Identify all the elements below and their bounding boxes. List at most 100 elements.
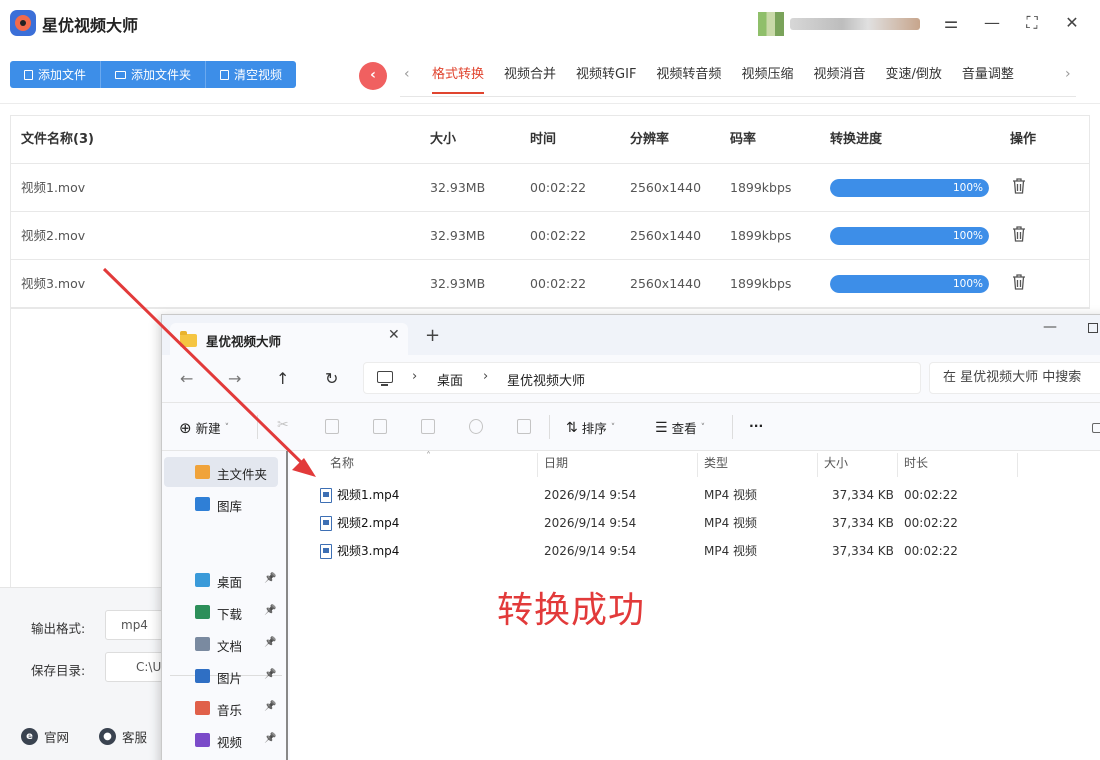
file-row[interactable]: 视频3.mp4 2026/9/14 9:54 MP4 视频 37,334 KB 00:0… xyxy=(300,537,1060,565)
pin-icon[interactable]: 📌 xyxy=(264,733,276,744)
tab-scroll-left-icon[interactable]: ‹ xyxy=(404,66,410,82)
share-icon[interactable] xyxy=(469,419,483,434)
progress-bar: 100% xyxy=(830,179,989,197)
delete-icon[interactable] xyxy=(1012,226,1026,242)
table-row[interactable]: 视频2.mov 32.93MB 00:02:22 2560x1440 1899kbps 1… xyxy=(11,212,1089,260)
sidebar-item[interactable]: 图片 📌 xyxy=(164,661,278,691)
sidebar-item[interactable]: 图库 xyxy=(164,489,278,519)
service-link[interactable]: ● 客服 xyxy=(99,727,147,746)
column-size[interactable]: 大小 xyxy=(824,451,848,477)
divider xyxy=(0,103,1100,104)
view-button[interactable]: ☰ 查看 ˅ xyxy=(655,418,705,437)
bitrate: 1899kbps xyxy=(730,228,792,243)
explorer-command-bar: ⊕ 新建 ˅ ✂ ⇅ 排序 ˅ ☰ 查看 ˅ ··· xyxy=(162,403,1100,451)
tab-1[interactable]: 视频合并 xyxy=(504,58,556,94)
select-checkbox-icon[interactable] xyxy=(1092,423,1100,433)
new-button[interactable]: ⊕ 新建 ˅ xyxy=(179,418,229,437)
tab-5[interactable]: 视频消音 xyxy=(813,58,865,94)
save-dir-value: C:\U xyxy=(136,660,162,674)
pin-icon[interactable]: 📌 xyxy=(264,573,276,584)
tab-2[interactable]: 视频转GIF xyxy=(576,58,636,94)
sidebar-scrollbar[interactable] xyxy=(286,451,288,760)
rename-icon[interactable] xyxy=(421,419,435,434)
add-folder-button[interactable]: 添加文件夹 xyxy=(101,61,207,88)
new-tab-button[interactable]: + xyxy=(425,325,440,346)
delete-icon[interactable] xyxy=(517,419,531,434)
explorer-maximize-button[interactable] xyxy=(1088,323,1098,333)
sidebar-item-label: 音乐 xyxy=(217,703,243,718)
sidebar-item[interactable]: 文档 📌 xyxy=(164,629,278,659)
file-type: MP4 视频 xyxy=(704,488,758,502)
website-link[interactable]: e 官网 xyxy=(21,727,69,746)
duration: 00:02:22 xyxy=(530,180,587,195)
up-arrow-icon[interactable]: ↑ xyxy=(276,369,289,388)
tab-4[interactable]: 视频压缩 xyxy=(741,58,793,94)
file-name: 视频3.mp4 xyxy=(337,544,400,558)
sort-up-icon: ˄ xyxy=(426,451,431,462)
copy-icon[interactable] xyxy=(325,419,339,434)
column-type[interactable]: 类型 xyxy=(704,451,728,477)
breadcrumb-folder[interactable]: 星优视频大师 xyxy=(507,370,585,389)
output-format-label: 输出格式: xyxy=(31,621,86,636)
explorer-minimize-button[interactable]: — xyxy=(1043,319,1057,335)
tab-7[interactable]: 音量调整 xyxy=(962,58,1014,94)
address-bar[interactable]: › 桌面 › 星优视频大师 xyxy=(363,362,921,394)
tab-scroll-right-icon[interactable]: › xyxy=(1065,66,1071,82)
sidebar-item[interactable]: 下载 📌 xyxy=(164,597,278,627)
file-name: 视频2.mov xyxy=(21,228,86,243)
tab-6[interactable]: 变速/倒放 xyxy=(885,58,941,94)
refresh-icon[interactable]: ↻ xyxy=(325,369,338,388)
sidebar-item[interactable]: 视频 📌 xyxy=(164,725,278,755)
close-button[interactable]: ✕ xyxy=(1061,12,1083,34)
sidebar-item-label: 桌面 xyxy=(217,575,243,590)
pin-icon[interactable]: 📌 xyxy=(264,669,276,680)
file-row[interactable]: 视频1.mp4 2026/9/14 9:54 MP4 视频 37,334 KB 00:0… xyxy=(300,481,1060,509)
sort-button[interactable]: ⇅ 排序 ˅ xyxy=(566,418,615,437)
user-account[interactable] xyxy=(758,12,920,36)
file-size: 37,334 KB xyxy=(832,488,894,502)
pin-icon[interactable]: 📌 xyxy=(264,605,276,616)
sidebar-item-icon xyxy=(195,573,210,587)
delete-icon[interactable] xyxy=(1012,274,1026,290)
file-row[interactable]: 视频2.mp4 2026/9/14 9:54 MP4 视频 37,334 KB 00:0… xyxy=(300,509,1060,537)
back-button[interactable]: ‹ xyxy=(359,62,387,90)
table-row[interactable]: 视频1.mov 32.93MB 00:02:22 2560x1440 1899kbps 1… xyxy=(11,164,1089,212)
sidebar-item-icon xyxy=(195,605,210,619)
table-row[interactable]: 视频3.mov 32.93MB 00:02:22 2560x1440 1899kbps 1… xyxy=(11,260,1089,308)
sidebar-item[interactable]: 音乐 📌 xyxy=(164,693,278,723)
settings-icon[interactable]: ⚌ xyxy=(940,12,962,34)
file-size: 32.93MB xyxy=(430,276,486,291)
breadcrumb-separator-icon: › xyxy=(483,369,489,384)
pin-icon[interactable]: 📌 xyxy=(264,637,276,648)
column-name[interactable]: 名称 xyxy=(330,451,354,477)
cut-icon[interactable]: ✂ xyxy=(277,417,291,433)
delete-icon[interactable] xyxy=(1012,178,1026,194)
column-duration[interactable]: 时长 xyxy=(904,451,928,477)
toolbar: 添加文件 添加文件夹 清空视频 xyxy=(10,61,297,88)
sidebar-item[interactable]: 桌面 📌 xyxy=(164,565,278,595)
chevron-down-icon: ˅ xyxy=(224,422,230,433)
forward-arrow-icon[interactable]: → xyxy=(228,369,241,388)
column-date[interactable]: 日期 xyxy=(544,451,568,477)
back-arrow-icon[interactable]: ← xyxy=(180,369,193,388)
sidebar-item[interactable]: 主文件夹 xyxy=(164,457,278,487)
app-title: 星优视频大师 xyxy=(42,16,139,35)
maximize-button[interactable]: ⛶ xyxy=(1021,12,1043,34)
add-file-button[interactable]: 添加文件 xyxy=(10,61,102,88)
tab-3[interactable]: 视频转音频 xyxy=(656,58,721,94)
more-options-button[interactable]: ··· xyxy=(749,418,763,433)
tab-0[interactable]: 格式转换 xyxy=(432,58,485,94)
col-bitrate: 码率 xyxy=(730,132,757,147)
paste-icon[interactable] xyxy=(373,419,387,434)
file-size: 37,334 KB xyxy=(832,516,894,530)
clear-videos-button[interactable]: 清空视频 xyxy=(206,61,296,88)
close-tab-icon[interactable]: ✕ xyxy=(388,327,400,343)
search-input[interactable]: 在 星优视频大师 中搜索 xyxy=(929,362,1100,394)
breadcrumb-desktop[interactable]: 桌面 xyxy=(437,370,463,389)
minimize-button[interactable]: — xyxy=(981,12,1003,34)
explorer-tab[interactable]: 星优视频大师 ✕ xyxy=(170,323,408,355)
resolution: 2560x1440 xyxy=(630,180,702,195)
plus-circle-icon: ⊕ xyxy=(179,418,192,437)
pin-icon[interactable]: 📌 xyxy=(264,701,276,712)
service-label: 客服 xyxy=(122,730,148,745)
